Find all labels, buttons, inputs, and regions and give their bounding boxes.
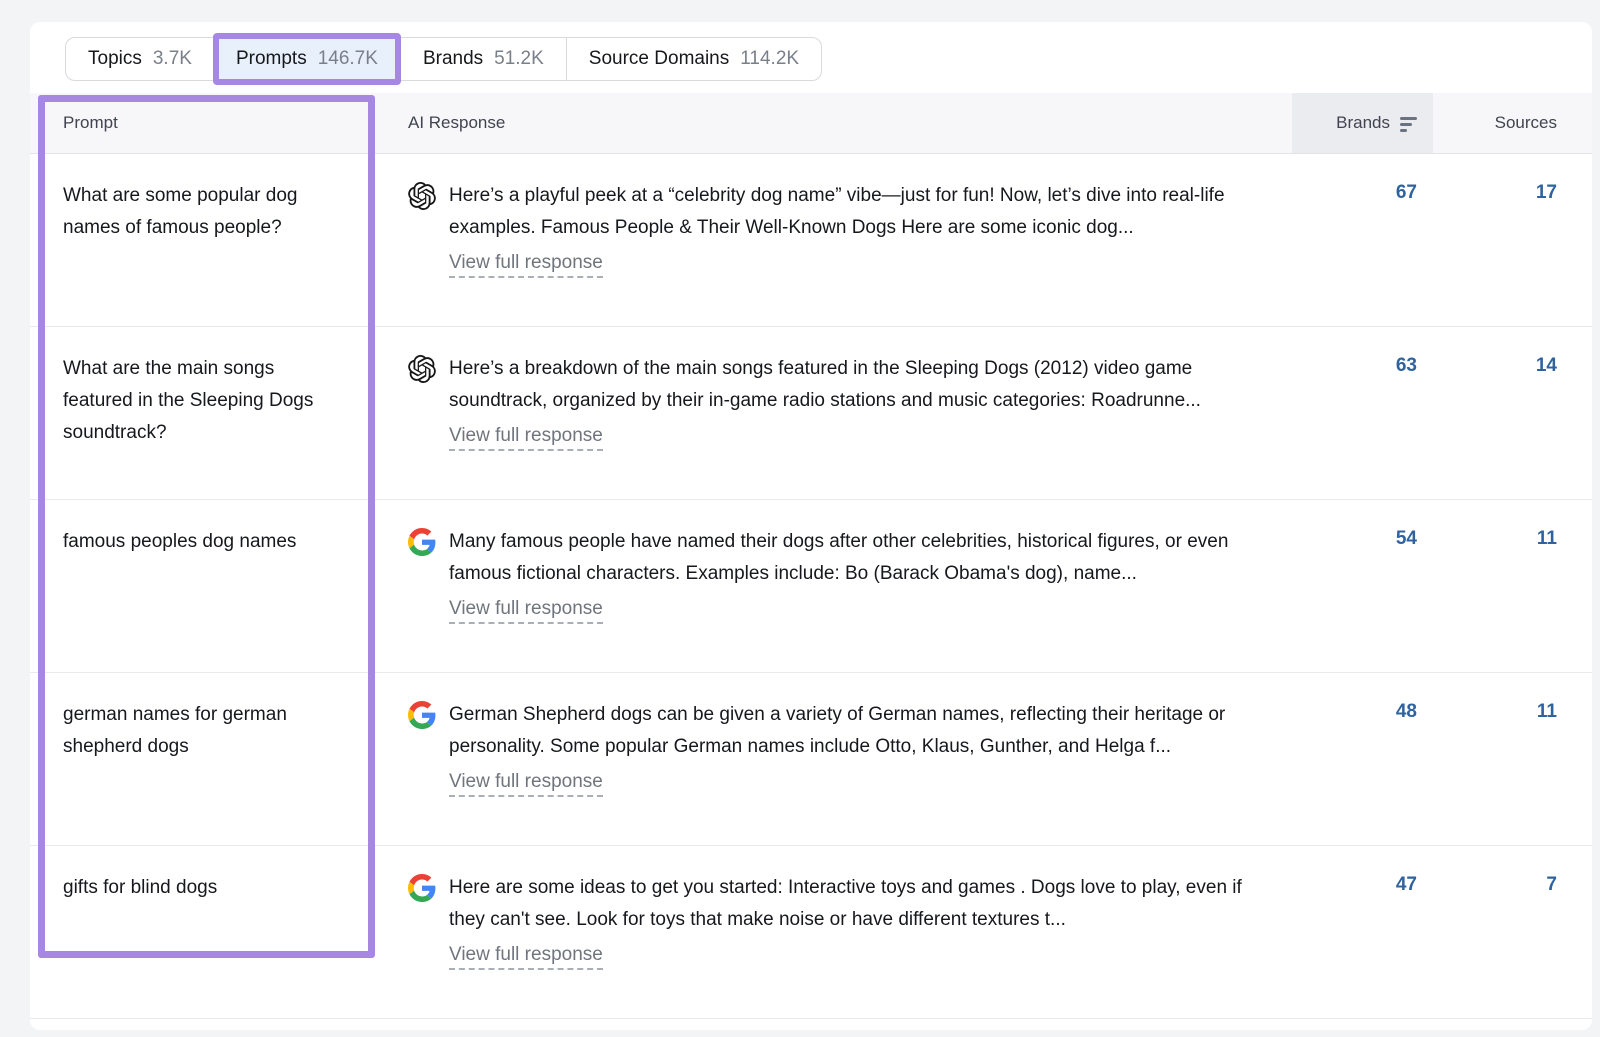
brands-count-link[interactable]: 54: [1396, 528, 1417, 549]
prompt-cell: famous peoples dog names: [30, 500, 408, 672]
brands-count-link[interactable]: 48: [1396, 701, 1417, 722]
tab-topics-count: 3.7K: [153, 48, 192, 70]
prompt-text: What are some popular dog names of famou…: [63, 180, 335, 244]
prompt-cell: What are some popular dog names of famou…: [30, 154, 408, 326]
column-header-prompt: Prompt: [30, 113, 408, 133]
table-row: What are some popular dog names of famou…: [30, 154, 1592, 327]
sources-count-link[interactable]: 11: [1537, 528, 1557, 549]
column-header-ai-response: AI Response: [408, 113, 1292, 133]
google-icon: [408, 528, 436, 556]
ai-response-cell: Here’s a breakdown of the main songs fea…: [408, 327, 1292, 499]
view-full-response-link[interactable]: View full response: [449, 771, 603, 797]
ai-response-cell: Many famous people have named their dogs…: [408, 500, 1292, 672]
tab-source-domains-label: Source Domains: [589, 48, 729, 70]
brands-count-link[interactable]: 63: [1396, 355, 1417, 376]
google-icon: [408, 874, 436, 902]
prompt-text: What are the main songs featured in the …: [63, 353, 335, 449]
table-row: famous peoples dog names Many famous peo…: [30, 500, 1592, 673]
tab-prompts-label: Prompts: [236, 48, 307, 70]
column-header-brands[interactable]: Brands: [1292, 93, 1433, 153]
table-row: german names for german shepherd dogs Ge…: [30, 673, 1592, 846]
ai-response-cell: Here are some ideas to get you started: …: [408, 846, 1292, 1018]
tab-brands-label: Brands: [423, 48, 483, 70]
view-full-response-link[interactable]: View full response: [449, 598, 603, 624]
prompt-cell: What are the main songs featured in the …: [30, 327, 408, 499]
sources-count-link[interactable]: 17: [1536, 182, 1557, 203]
sources-count-link[interactable]: 14: [1536, 355, 1557, 376]
prompt-text: gifts for blind dogs: [63, 872, 335, 904]
view-full-response-link[interactable]: View full response: [449, 252, 603, 278]
tab-prompts[interactable]: Prompts 146.7K: [213, 33, 401, 85]
tab-brands[interactable]: Brands 51.2K: [400, 38, 566, 80]
chatgpt-icon: [408, 182, 436, 210]
tab-prompts-count: 146.7K: [318, 48, 378, 70]
prompt-cell: german names for german shepherd dogs: [30, 673, 408, 845]
brands-count-link[interactable]: 47: [1396, 874, 1417, 895]
brands-count-link[interactable]: 67: [1396, 182, 1417, 203]
ai-response-text: Here’s a playful peek at a “celebrity do…: [449, 180, 1249, 244]
table-row: gifts for blind dogs Here are some ideas…: [30, 846, 1592, 1019]
ai-response-cell: German Shepherd dogs can be given a vari…: [408, 673, 1292, 845]
chatgpt-icon: [408, 355, 436, 383]
view-full-response-link[interactable]: View full response: [449, 425, 603, 451]
view-full-response-link[interactable]: View full response: [449, 944, 603, 970]
prompt-text: famous peoples dog names: [63, 526, 335, 558]
table-row: What are the main songs featured in the …: [30, 327, 1592, 500]
view-tabs: Topics 3.7K Prompts 146.7K Brands 51.2K …: [65, 37, 822, 81]
sort-descending-icon: [1400, 117, 1417, 132]
table-body: What are some popular dog names of famou…: [30, 154, 1592, 1019]
ai-response-cell: Here’s a playful peek at a “celebrity do…: [408, 154, 1292, 326]
ai-response-text: Here’s a breakdown of the main songs fea…: [449, 353, 1249, 417]
ai-response-text: Here are some ideas to get you started: …: [449, 872, 1249, 936]
tab-topics[interactable]: Topics 3.7K: [66, 38, 214, 80]
google-icon: [408, 701, 436, 729]
column-header-sources[interactable]: Sources: [1433, 113, 1592, 133]
table-header: Prompt AI Response Brands Sources: [30, 93, 1592, 154]
tab-source-domains-count: 114.2K: [740, 48, 799, 70]
ai-response-text: Many famous people have named their dogs…: [449, 526, 1249, 590]
prompt-cell: gifts for blind dogs: [30, 846, 408, 1018]
prompts-panel: Topics 3.7K Prompts 146.7K Brands 51.2K …: [30, 22, 1592, 1030]
tab-brands-count: 51.2K: [494, 48, 544, 70]
ai-response-text: German Shepherd dogs can be given a vari…: [449, 699, 1249, 763]
sources-count-link[interactable]: 7: [1546, 874, 1557, 895]
prompt-text: german names for german shepherd dogs: [63, 699, 335, 763]
column-header-brands-label: Brands: [1336, 113, 1390, 133]
tab-source-domains[interactable]: Source Domains 114.2K: [566, 38, 821, 80]
tab-topics-label: Topics: [88, 48, 142, 70]
sources-count-link[interactable]: 11: [1537, 701, 1557, 722]
